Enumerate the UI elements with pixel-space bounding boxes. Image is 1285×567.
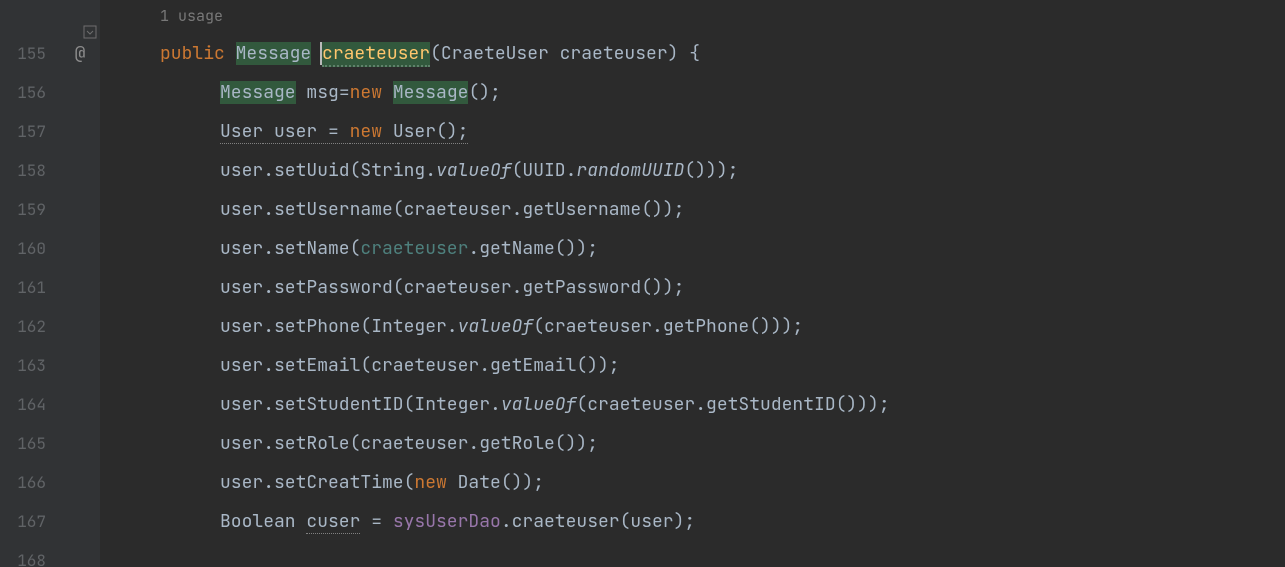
at-icon: @ [75, 42, 86, 65]
code-line[interactable]: public Message craeteuser(CraeteUser cra… [100, 34, 1285, 73]
code-line[interactable]: user.setStudentID(Integer.valueOf(craete… [100, 385, 1285, 424]
code-line[interactable]: Boolean cuser = sysUserDao.craeteuser(us… [100, 502, 1285, 541]
fold-icon[interactable] [82, 15, 98, 31]
code-line[interactable]: user.setEmail(craeteuser.getEmail()); [100, 346, 1285, 385]
line-number: 159 [0, 190, 60, 229]
code-line[interactable]: Message msg=new Message(); [100, 73, 1285, 112]
line-number: 156 [0, 73, 60, 112]
line-number: 160 [0, 229, 60, 268]
code-line[interactable]: user.setUsername(craeteuser.getUsername(… [100, 190, 1285, 229]
method-name: craeteuser [322, 42, 430, 67]
line-number: 163 [0, 346, 60, 385]
code-area[interactable]: 1 usage public Message craeteuser(Craete… [100, 0, 1285, 567]
type-message: Message [236, 42, 312, 65]
code-line[interactable]: user.setUuid(String.valueOf(UUID.randomU… [100, 151, 1285, 190]
keyword-public: public [160, 42, 236, 65]
line-number: 158 [0, 151, 60, 190]
code-line[interactable]: user.setPhone(Integer.valueOf(craeteuser… [100, 307, 1285, 346]
usage-hint[interactable]: 1 usage [100, 6, 1285, 34]
line-number: 155 [0, 6, 60, 73]
code-line[interactable]: user.setRole(craeteuser.getRole()); [100, 424, 1285, 463]
override-marker[interactable]: @ [60, 6, 100, 73]
line-number: 164 [0, 385, 60, 424]
param-list: (CraeteUser craeteuser) { [430, 42, 700, 65]
line-number: 166 [0, 463, 60, 502]
line-number: 168 [0, 541, 60, 567]
code-editor[interactable]: 155 156 157 158 159 160 161 162 163 164 … [0, 0, 1285, 567]
code-line[interactable] [100, 541, 1285, 567]
line-number: 162 [0, 307, 60, 346]
code-line[interactable]: user.setName(craeteuser.getName()); [100, 229, 1285, 268]
type: User [220, 120, 263, 144]
code-line[interactable]: User user = new User(); [100, 112, 1285, 151]
annotation-gutter: @ [60, 0, 100, 567]
code-line[interactable]: user.setPassword(craeteuser.getPassword(… [100, 268, 1285, 307]
code-line[interactable]: user.setCreatTime(new Date()); [100, 463, 1285, 502]
line-number: 157 [0, 112, 60, 151]
line-number-gutter: 155 156 157 158 159 160 161 162 163 164 … [0, 0, 60, 567]
line-number: 167 [0, 502, 60, 541]
line-number: 165 [0, 424, 60, 463]
type: Message [220, 81, 296, 104]
line-number: 161 [0, 268, 60, 307]
